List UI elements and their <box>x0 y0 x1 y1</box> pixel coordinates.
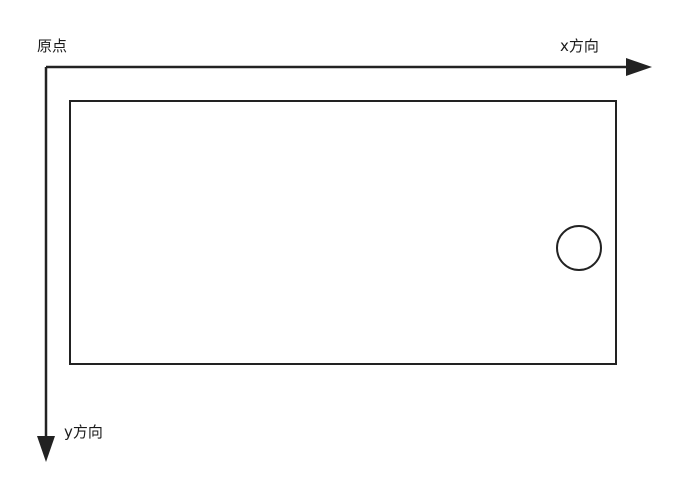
screen-rectangle <box>69 100 617 365</box>
home-button-circle <box>556 225 602 271</box>
coordinate-diagram: 原点 x方向 y方向 <box>37 37 652 462</box>
y-direction-label: y方向 <box>64 423 103 441</box>
x-direction-label: x方向 <box>560 37 599 55</box>
x-axis-arrowhead <box>626 58 652 76</box>
origin-label: 原点 <box>37 37 67 55</box>
y-axis-arrowhead <box>37 436 55 462</box>
